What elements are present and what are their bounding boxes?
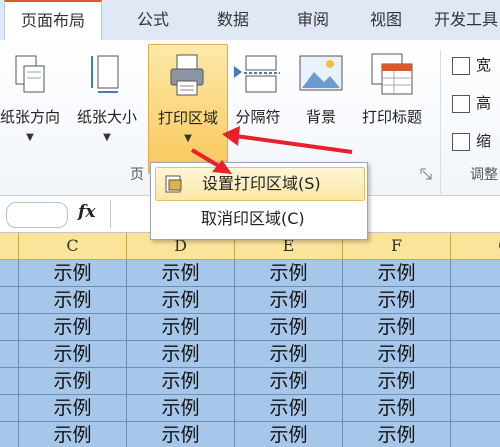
table-cell[interactable] bbox=[451, 314, 500, 341]
printer-icon bbox=[170, 54, 204, 96]
table-cell[interactable] bbox=[451, 260, 500, 287]
ribbon-tab-bar: 页面布局 公式 数据 审阅 视图 开发工具 bbox=[0, 0, 500, 43]
table-cell[interactable]: 示例 bbox=[127, 368, 235, 395]
print-titles-icon bbox=[371, 53, 413, 95]
column-header-g[interactable]: G bbox=[451, 233, 500, 260]
column-header-b[interactable] bbox=[0, 233, 19, 260]
paper-size-icon bbox=[91, 55, 119, 93]
row-header[interactable] bbox=[0, 368, 19, 395]
table-cell[interactable] bbox=[451, 368, 500, 395]
table-cell[interactable]: 示例 bbox=[127, 341, 235, 368]
table-cell[interactable]: 示例 bbox=[343, 422, 451, 447]
table-cell[interactable]: 示例 bbox=[19, 341, 127, 368]
page-break-icon bbox=[234, 55, 280, 93]
orientation-button[interactable]: 纸张方向 ▼ bbox=[0, 44, 66, 172]
table-cell[interactable]: 示例 bbox=[127, 422, 235, 447]
scale-icon bbox=[452, 132, 470, 151]
page-orientation-icon bbox=[15, 55, 45, 93]
table-cell[interactable]: 示例 bbox=[19, 422, 127, 447]
table-cell[interactable]: 示例 bbox=[235, 422, 343, 447]
table-cell[interactable]: 示例 bbox=[343, 368, 451, 395]
table-cell[interactable]: 示例 bbox=[127, 395, 235, 422]
scale-width-button[interactable]: 宽 bbox=[452, 54, 491, 80]
scale-height-button[interactable]: 高 bbox=[452, 92, 491, 118]
row-header[interactable] bbox=[0, 395, 19, 422]
ribbon-separator bbox=[440, 50, 441, 200]
tab-formulas[interactable]: 公式 bbox=[118, 0, 188, 40]
chevron-down-icon: ▼ bbox=[184, 133, 192, 144]
sheet-grid[interactable]: C D E F G 示例示例示例示例示例示例示例示例示例示例示例示例示例示例示例… bbox=[0, 233, 500, 447]
table-cell[interactable]: 示例 bbox=[343, 260, 451, 287]
table-cell[interactable]: 示例 bbox=[127, 314, 235, 341]
table-cell[interactable]: 示例 bbox=[343, 287, 451, 314]
breaks-button[interactable]: 分隔符 bbox=[228, 44, 288, 172]
table-cell[interactable]: 示例 bbox=[19, 368, 127, 395]
table-cell[interactable]: 示例 bbox=[343, 395, 451, 422]
width-icon bbox=[452, 56, 470, 75]
table-cell[interactable]: 示例 bbox=[19, 314, 127, 341]
table-cell[interactable]: 示例 bbox=[235, 260, 343, 287]
table-cell[interactable] bbox=[451, 287, 500, 314]
row-header[interactable] bbox=[0, 287, 19, 314]
print-area-button[interactable]: 打印区域 ▼ bbox=[148, 44, 228, 174]
table-cell[interactable]: 示例 bbox=[343, 341, 451, 368]
scale-group-label: 调整 bbox=[470, 167, 498, 183]
table-cell[interactable] bbox=[451, 395, 500, 422]
row-header[interactable] bbox=[0, 314, 19, 341]
table-cell[interactable]: 示例 bbox=[19, 287, 127, 314]
tab-review[interactable]: 审阅 bbox=[278, 0, 348, 40]
table-cell[interactable]: 示例 bbox=[343, 314, 451, 341]
print-area-label: 打印区域 bbox=[157, 109, 218, 127]
scale-width-label: 宽 bbox=[476, 56, 492, 74]
table-cell[interactable]: 示例 bbox=[235, 314, 343, 341]
page-setup-group-label: 页 bbox=[130, 167, 144, 183]
table-cell[interactable] bbox=[451, 422, 500, 447]
orientation-label: 纸张方向 bbox=[0, 108, 60, 126]
table-cell[interactable]: 示例 bbox=[235, 341, 343, 368]
scale-label: 缩 bbox=[476, 132, 492, 150]
tab-developer[interactable]: 开发工具 bbox=[434, 0, 500, 40]
row-header[interactable] bbox=[0, 260, 19, 287]
chevron-down-icon: ▼ bbox=[26, 132, 34, 143]
set-print-area-icon bbox=[165, 175, 182, 193]
table-cell[interactable]: 示例 bbox=[235, 395, 343, 422]
print-area-dropdown: 设置打印区域(S) 取消印区域(C) bbox=[150, 162, 368, 240]
scale-height-label: 高 bbox=[476, 94, 492, 112]
background-image-icon bbox=[299, 55, 343, 91]
size-label: 纸张大小 bbox=[76, 108, 137, 126]
table-cell[interactable]: 示例 bbox=[235, 287, 343, 314]
table-cell[interactable]: 示例 bbox=[19, 395, 127, 422]
breaks-label: 分隔符 bbox=[235, 108, 281, 126]
tab-view[interactable]: 视图 bbox=[356, 0, 416, 40]
scale-button[interactable]: 缩 bbox=[452, 130, 491, 156]
table-cell[interactable] bbox=[451, 341, 500, 368]
dialog-launcher-icon[interactable] bbox=[420, 168, 432, 180]
height-icon bbox=[452, 94, 470, 113]
name-box[interactable] bbox=[6, 202, 68, 228]
tab-data[interactable]: 数据 bbox=[198, 0, 268, 40]
row-header[interactable] bbox=[0, 422, 19, 447]
set-print-area-item[interactable]: 设置打印区域(S) bbox=[155, 167, 365, 201]
print-titles-label: 打印标题 bbox=[361, 108, 422, 126]
chevron-down-icon: ▼ bbox=[103, 132, 111, 143]
table-cell[interactable]: 示例 bbox=[127, 260, 235, 287]
column-header-c[interactable]: C bbox=[19, 233, 127, 260]
background-button[interactable]: 背景 bbox=[292, 44, 350, 172]
background-label: 背景 bbox=[305, 108, 336, 126]
tab-page-layout[interactable]: 页面布局 bbox=[4, 0, 102, 43]
table-cell[interactable]: 示例 bbox=[235, 368, 343, 395]
set-print-area-label: 设置打印区域(S) bbox=[202, 174, 321, 193]
clear-print-area-label: 取消印区域(C) bbox=[201, 209, 305, 228]
row-header[interactable] bbox=[0, 341, 19, 368]
table-cell[interactable]: 示例 bbox=[127, 287, 235, 314]
print-titles-button[interactable]: 打印标题 bbox=[352, 44, 432, 172]
size-button[interactable]: 纸张大小 ▼ bbox=[70, 44, 144, 172]
clear-print-area-item[interactable]: 取消印区域(C) bbox=[155, 203, 363, 235]
table-cell[interactable]: 示例 bbox=[19, 260, 127, 287]
fx-icon[interactable]: fx bbox=[78, 202, 95, 222]
